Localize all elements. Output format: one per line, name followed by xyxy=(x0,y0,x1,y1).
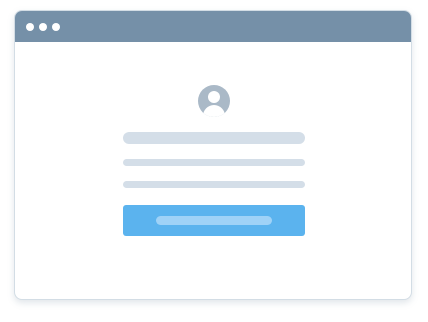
avatar-head xyxy=(208,91,220,103)
window-dot-icon[interactable] xyxy=(26,23,34,31)
input-placeholder-line[interactable] xyxy=(123,159,305,166)
window-dot-icon[interactable] xyxy=(52,23,60,31)
user-avatar-icon xyxy=(198,85,230,117)
avatar-body xyxy=(203,105,225,117)
login-card xyxy=(15,42,411,299)
window-dot-icon[interactable] xyxy=(39,23,47,31)
submit-button[interactable] xyxy=(123,205,305,236)
button-label-placeholder xyxy=(156,216,272,225)
title-placeholder-line xyxy=(123,132,305,144)
browser-window xyxy=(14,10,412,300)
input-placeholder-line[interactable] xyxy=(123,181,305,188)
window-title-bar xyxy=(15,11,411,42)
